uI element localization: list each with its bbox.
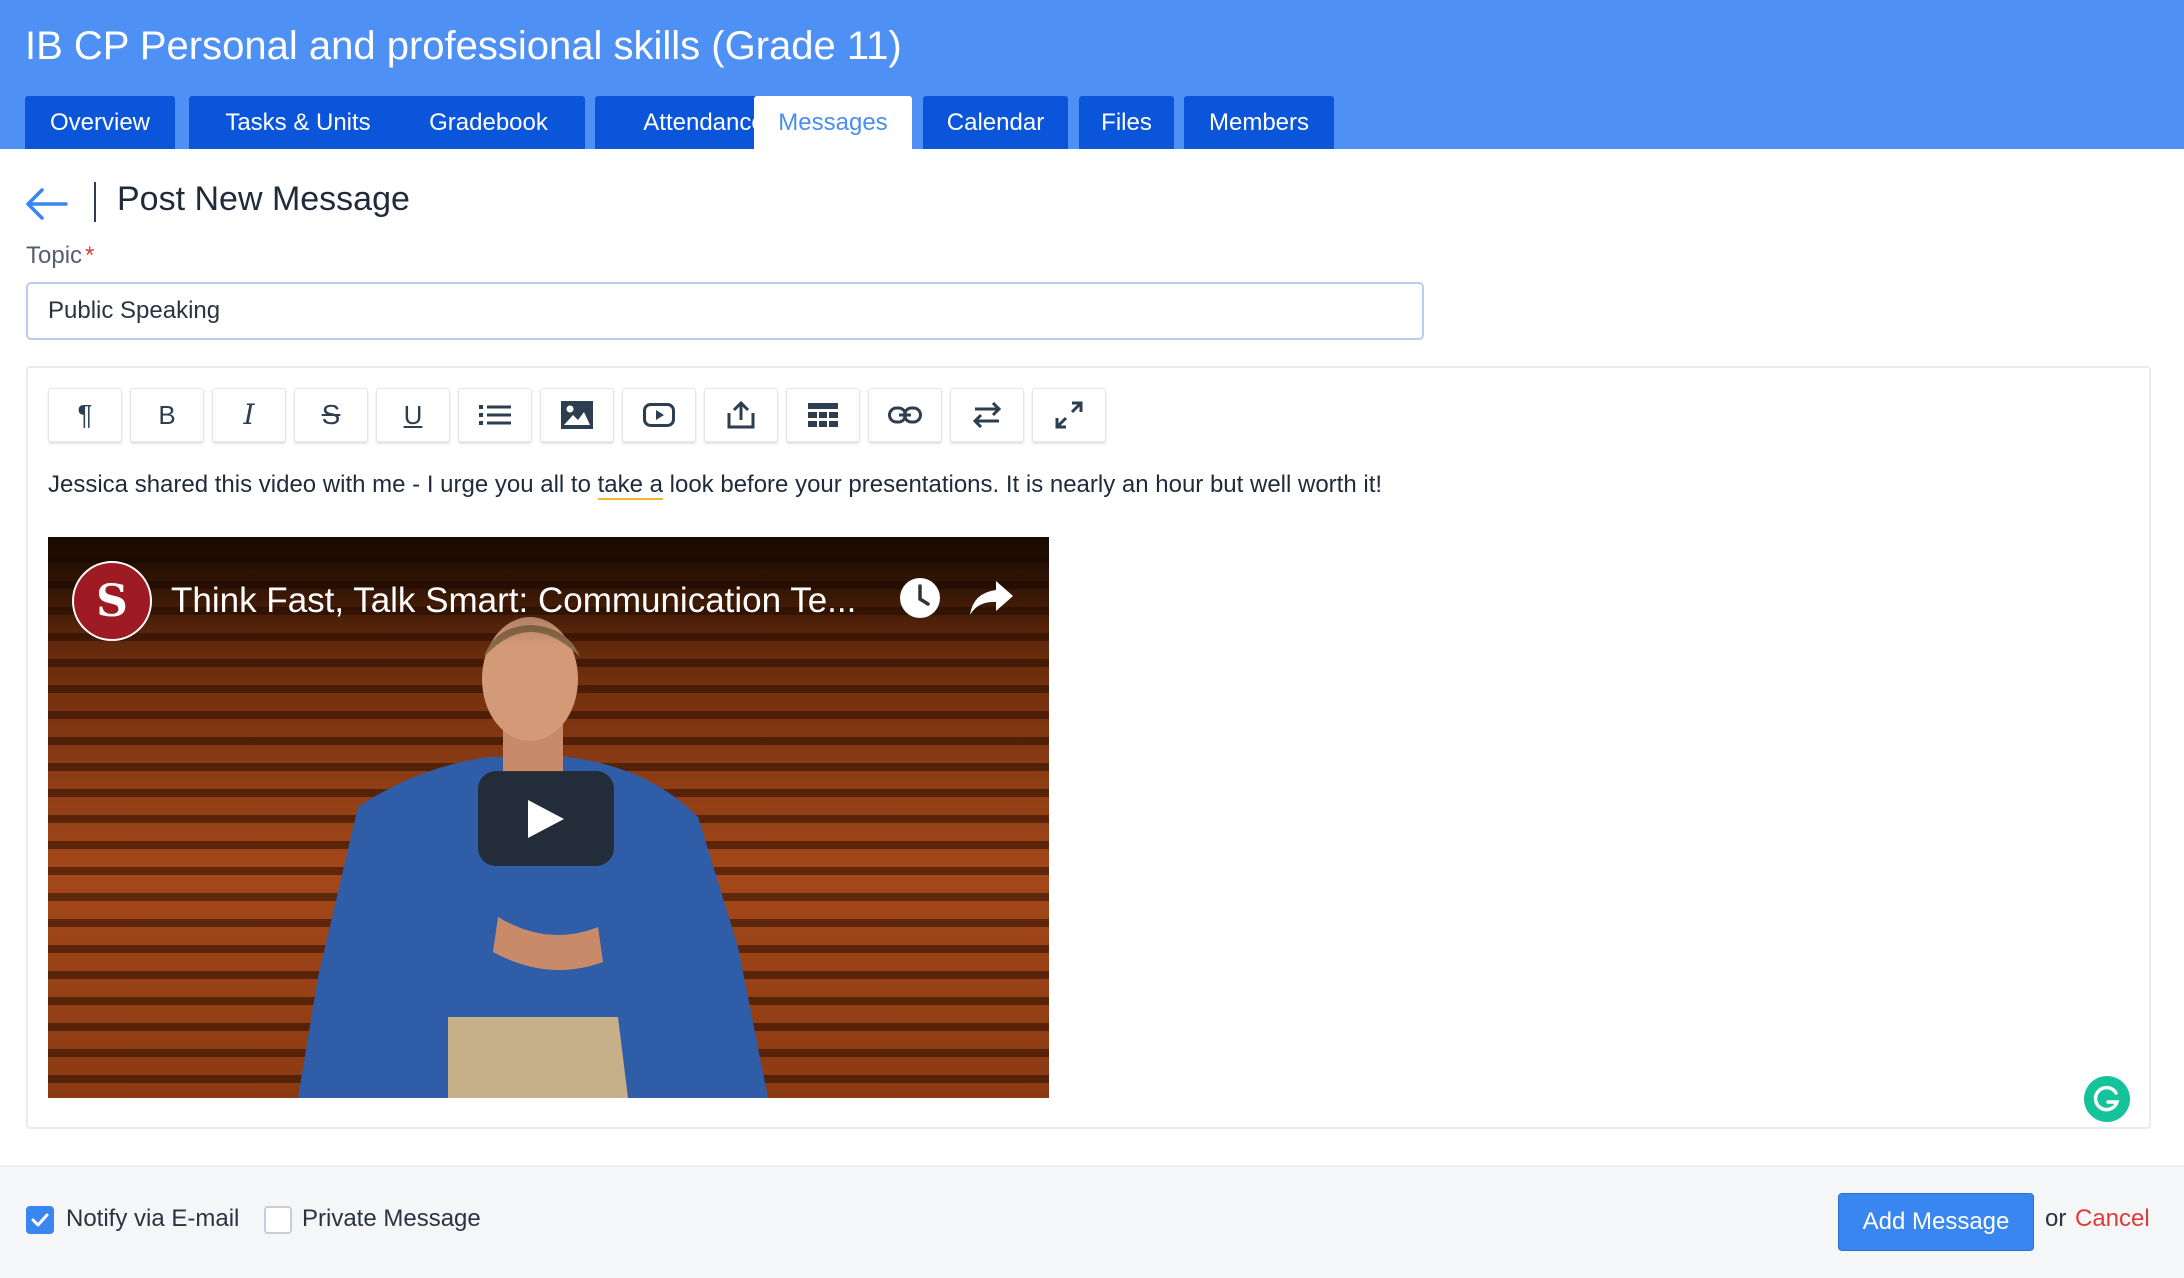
pilcrow-icon: ¶ (77, 399, 93, 430)
notify-email-label[interactable]: Notify via E-mail (66, 1205, 239, 1233)
upload-file-button[interactable] (704, 388, 778, 442)
expand-icon (1055, 401, 1083, 429)
or-text: or (2045, 1205, 2067, 1232)
insert-link-button[interactable] (868, 388, 942, 442)
underline-button[interactable]: U (376, 388, 450, 442)
tab-messages[interactable]: Messages (754, 96, 912, 149)
insert-video-button[interactable] (622, 388, 696, 442)
topic-label-text: Topic (26, 242, 83, 269)
play-button[interactable] (478, 771, 614, 866)
stanford-business-logo[interactable]: S (72, 561, 152, 641)
tab-gradebook[interactable]: Gradebook (392, 96, 585, 149)
tab-calendar[interactable]: Calendar (923, 96, 1068, 149)
page-title: Post New Message (117, 180, 410, 218)
list-icon (479, 405, 511, 425)
italic-button[interactable]: I (212, 388, 286, 442)
upload-icon (727, 401, 755, 429)
body-text-part: Jessica shared this video with me - I ur… (48, 471, 598, 498)
bold-icon: B (158, 400, 176, 430)
cancel-link[interactable]: Cancel (2075, 1205, 2150, 1233)
bold-button[interactable]: B (130, 388, 204, 442)
notify-email-checkbox[interactable] (26, 1206, 54, 1234)
private-message-label[interactable]: Private Message (302, 1205, 481, 1233)
tab-files[interactable]: Files (1079, 96, 1174, 149)
image-icon (561, 401, 593, 429)
message-body-text[interactable]: Jessica shared this video with me - I ur… (48, 471, 1383, 500)
private-message-checkbox[interactable] (264, 1206, 292, 1234)
strikethrough-icon: S (321, 399, 341, 430)
required-mark: * (85, 242, 95, 269)
add-message-button[interactable]: Add Message (1838, 1193, 2034, 1251)
checkmark-icon (31, 1213, 49, 1227)
italic-icon: I (243, 398, 255, 431)
topic-input[interactable] (26, 282, 1424, 340)
form-footer: Notify via E-mail Private Message Add Me… (0, 1165, 2184, 1278)
swap-arrows-icon (972, 402, 1002, 428)
table-icon (808, 403, 838, 427)
message-editor[interactable]: ¶ B I S U Jessica shared this video with… (26, 366, 2151, 1129)
tab-overview[interactable]: Overview (25, 96, 175, 149)
play-icon (528, 800, 564, 838)
body-text-part: look before your presentations. It is ne… (662, 471, 1383, 498)
paragraph-format-button[interactable]: ¶ (48, 388, 122, 442)
text-direction-button[interactable] (950, 388, 1024, 442)
strikethrough-button[interactable]: S (294, 388, 368, 442)
tab-tasks-units[interactable]: Tasks & Units (189, 96, 407, 149)
insert-table-button[interactable] (786, 388, 860, 442)
heading-divider (94, 182, 96, 222)
video-title[interactable]: Think Fast, Talk Smart: Communication Te… (171, 581, 856, 621)
course-title: IB CP Personal and professional skills (… (25, 24, 902, 68)
list-button[interactable] (458, 388, 532, 442)
fullscreen-button[interactable] (1032, 388, 1106, 442)
link-icon (888, 406, 922, 424)
course-header: IB CP Personal and professional skills (… (0, 0, 2184, 149)
underline-icon: U (403, 400, 423, 430)
topic-label: Topic * (26, 242, 94, 270)
share-arrow-icon[interactable] (968, 579, 1014, 617)
grammarly-icon[interactable] (2084, 1076, 2130, 1122)
video-icon (643, 403, 675, 427)
embedded-video[interactable]: S Think Fast, Talk Smart: Communication … (48, 537, 1049, 1098)
spelling-flag[interactable]: take a (597, 471, 663, 500)
clock-icon[interactable] (898, 576, 942, 620)
arrow-left-icon[interactable] (24, 184, 68, 224)
insert-image-button[interactable] (540, 388, 614, 442)
tab-members[interactable]: Members (1184, 96, 1334, 149)
